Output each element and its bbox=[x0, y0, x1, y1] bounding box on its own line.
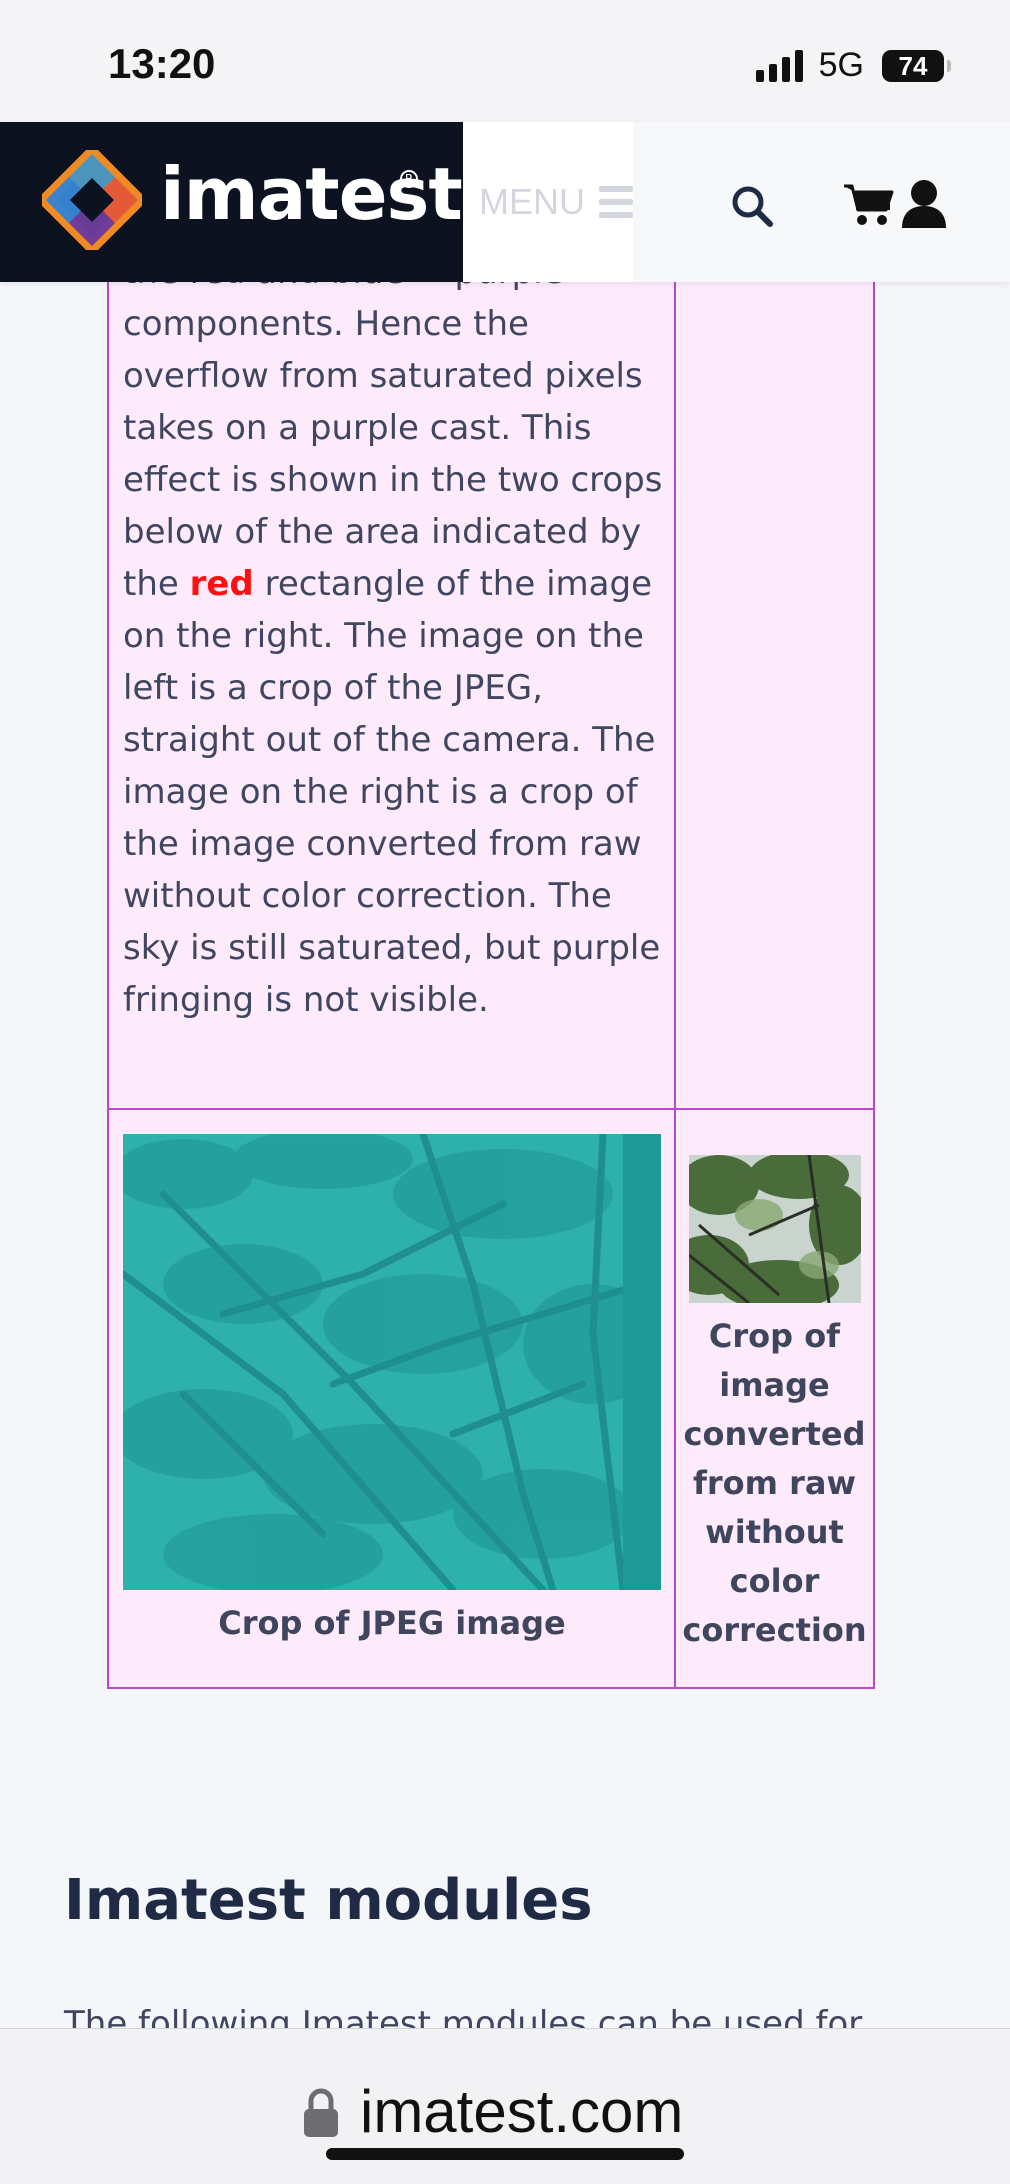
logo-link[interactable]: imatest R bbox=[0, 122, 463, 282]
red-highlight: red bbox=[189, 564, 254, 604]
cart-icon[interactable] bbox=[842, 182, 894, 226]
caption-jpeg: Crop of JPEG image bbox=[218, 1604, 566, 1642]
status-bar: 13:20 5G 74 bbox=[0, 0, 1010, 122]
raw-crop-image bbox=[689, 1155, 861, 1303]
section-heading: Imatest modules bbox=[64, 1868, 593, 1933]
logo-mark-icon bbox=[42, 150, 142, 250]
site-header: imatest R MENU bbox=[0, 122, 1010, 282]
menu-button[interactable]: MENU bbox=[463, 122, 633, 282]
hamburger-icon bbox=[599, 186, 633, 218]
caption-raw: Crop of image converted from raw without… bbox=[682, 1317, 867, 1649]
battery-icon: 74 bbox=[882, 49, 951, 82]
status-time: 13:20 bbox=[108, 40, 216, 87]
lock-icon bbox=[304, 2088, 338, 2137]
menu-label: MENU bbox=[479, 181, 585, 222]
description-paragraph: x the red and blue = purple components. … bbox=[123, 252, 663, 1020]
browser-url-bar[interactable]: imatest.com bbox=[0, 2028, 1010, 2184]
network-label: 5G bbox=[818, 46, 864, 84]
comparison-table: x the red and blue = purple components. … bbox=[107, 220, 875, 1689]
url-text[interactable]: imatest.com bbox=[360, 2077, 683, 2146]
registered-mark: R bbox=[400, 170, 418, 188]
jpeg-crop-image bbox=[123, 1134, 661, 1590]
search-icon[interactable] bbox=[730, 184, 774, 228]
user-icon[interactable] bbox=[898, 178, 950, 228]
home-indicator[interactable] bbox=[326, 2148, 684, 2160]
signal-icon bbox=[755, 49, 803, 82]
logo-text: imatest bbox=[160, 152, 463, 236]
status-indicators: 5G 74 bbox=[755, 46, 951, 85]
